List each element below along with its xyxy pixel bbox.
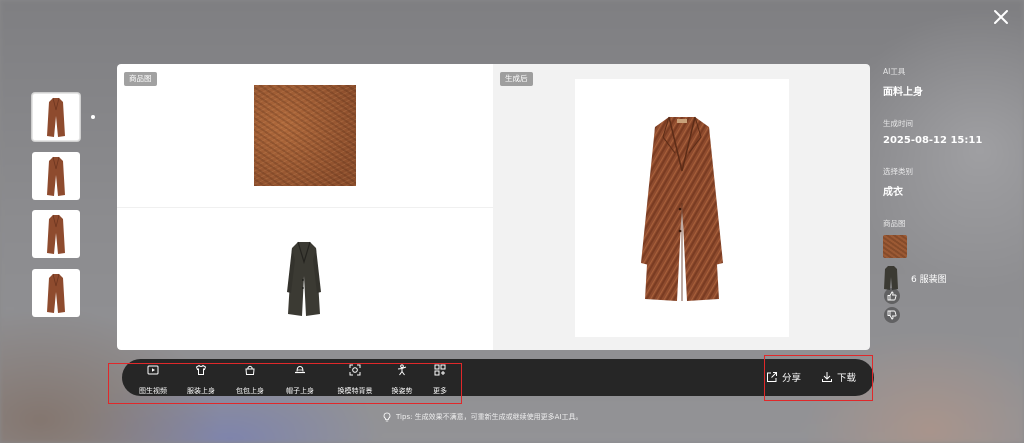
product-image-label: 商品图 — [883, 219, 906, 228]
lightbulb-icon — [383, 412, 391, 422]
thumbnail-3[interactable] — [32, 210, 80, 258]
category-label: 选择类别 — [883, 167, 913, 176]
coat-thumbnail-image — [47, 273, 65, 313]
close-button[interactable] — [990, 6, 1012, 28]
selected-indicator-dot — [91, 115, 95, 119]
fabric-swatch-image — [254, 85, 356, 186]
thumbs-up-icon — [887, 291, 897, 301]
generated-image-card[interactable] — [575, 79, 789, 337]
garment-image-row: 6 服装图 — [883, 265, 1013, 291]
thumbs-up-button[interactable] — [884, 288, 900, 304]
garment-count: 6 服装图 — [911, 272, 947, 285]
close-icon — [994, 10, 1008, 24]
coat-thumbnail-image — [47, 214, 65, 254]
info-panel: AI工具 面料上身 生成时间 2025-08-12 15:11 选择类别 成衣 … — [883, 66, 1013, 291]
panel-divider — [117, 207, 493, 208]
generated-result-tag: 生成后 — [500, 72, 533, 86]
product-swatch-thumbnail[interactable] — [883, 235, 907, 258]
coat-thumbnail-image — [47, 97, 65, 137]
actions-highlight-box — [764, 355, 873, 401]
thumbnail-4[interactable] — [32, 268, 80, 317]
thumbnail-1[interactable] — [32, 93, 80, 141]
thumbs-down-button[interactable] — [884, 307, 900, 323]
product-image-panel: 商品图 — [117, 64, 493, 350]
tips-text: Tips: 生成效果不满意，可重新生成或继续使用更多AI工具。 — [396, 413, 583, 421]
thumbs-down-icon — [887, 310, 897, 320]
thumbnail-list — [32, 93, 80, 327]
generation-time-label: 生成时间 — [883, 119, 913, 128]
product-image-tag: 商品图 — [124, 72, 157, 86]
coat-thumbnail-image — [47, 156, 65, 196]
tips-message: Tips: 生成效果不满意，可重新生成或继续使用更多AI工具。 — [383, 412, 583, 422]
ai-tool-value: 面料上身 — [883, 87, 923, 98]
garment-count-label: 服装图 — [919, 274, 947, 285]
tools-highlight-box — [108, 363, 462, 404]
category-value: 成衣 — [883, 187, 903, 198]
generated-coat-image — [641, 116, 723, 301]
generation-time-value: 2025-08-12 15:11 — [883, 135, 983, 146]
garment-count-number: 6 — [911, 274, 917, 285]
thumbnail-2[interactable] — [32, 151, 80, 200]
garment-image — [287, 241, 321, 316]
ai-tool-label: AI工具 — [883, 67, 906, 76]
generated-result-panel: 生成后 — [493, 64, 870, 350]
